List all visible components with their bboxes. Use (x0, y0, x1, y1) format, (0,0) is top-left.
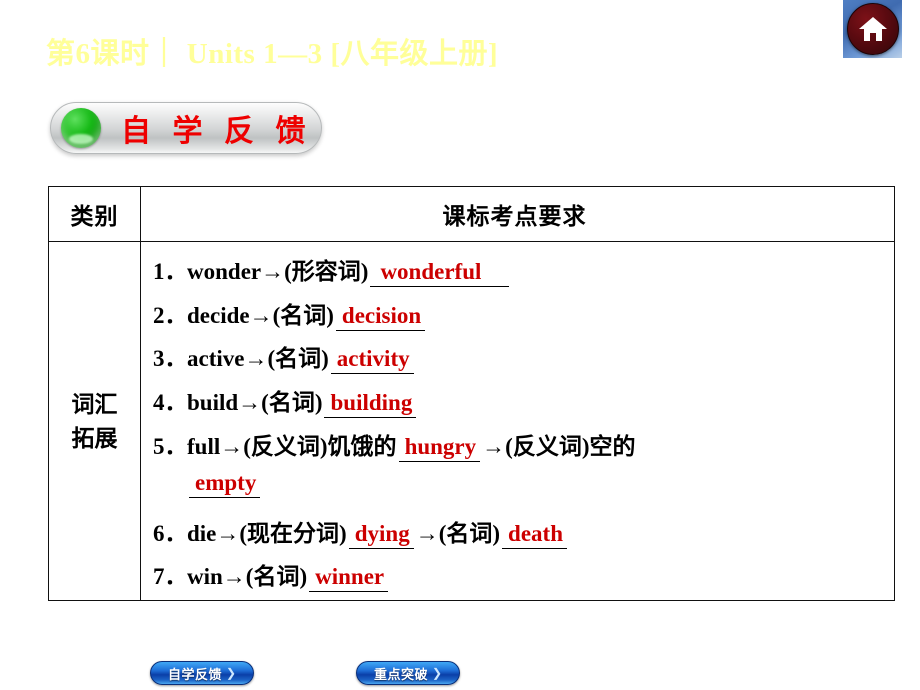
vocab-item-1: 1． wonder→(形容词) wonderful (153, 252, 894, 296)
vocab-item-6: 6． die→(现在分词) dying →(名词) death (153, 514, 894, 558)
section-banner-title: 自 学 反 馈 (121, 115, 313, 148)
vocabulary-table: 类别 课标考点要求 词汇 拓展 1． wonder→(形容词) wonderfu… (48, 186, 895, 601)
vocab-item-number: 7． (153, 564, 188, 590)
table-header-requirement-cell: 课标考点要求 (141, 187, 894, 241)
vocab-item-3: 3． active→(名词) activity (153, 339, 894, 383)
chevron-right-icon: ❯ (225, 666, 237, 680)
vocab-item-answer: activity (330, 346, 414, 375)
vocab-item-answer: decision (335, 303, 426, 331)
table-body-row: 词汇 拓展 1． wonder→(形容词) wonderful 2． decid… (49, 242, 894, 601)
section-banner: 自 学 反 馈 (50, 102, 322, 154)
vocab-item-prompt: decide→(名词) (187, 302, 334, 328)
nav-button-self-study-label: 自学反馈 (167, 666, 222, 682)
vocab-item-prompt: die→(现在分词) (187, 520, 347, 546)
table-header-row: 类别 课标考点要求 (49, 187, 894, 242)
vocab-item-prompt: full→(反义词)饥饿的 (187, 433, 397, 459)
column-header-requirement: 课标考点要求 (442, 204, 587, 229)
vocab-item-answer: hungry (398, 434, 481, 462)
category-label-line2: 拓展 (71, 425, 118, 451)
vocabulary-items-cell: 1． wonder→(形容词) wonderful 2． decide→(名词)… (141, 242, 894, 601)
column-header-category: 类别 (70, 204, 119, 229)
vocab-item-answer-continuation: empty (189, 470, 261, 499)
home-button[interactable] (843, 0, 902, 58)
vocab-item-answer: building (324, 390, 417, 418)
vocab-item-2: 2． decide→(名词) decision (153, 296, 894, 340)
green-sphere-bullet-icon (61, 108, 101, 148)
vocab-item-answer: winner (309, 564, 389, 593)
chevron-right-icon: ❯ (431, 666, 443, 680)
vocab-item-number: 4． (153, 389, 188, 415)
nav-button-key-points-label: 重点突破 (373, 666, 428, 682)
vocab-item-5-continuation: empty (153, 470, 894, 514)
vocab-item-number: 3． (153, 346, 188, 372)
bottom-navigation: 自学反馈 ❯ 重点突破 ❯ (150, 661, 480, 685)
table-header-category-cell: 类别 (49, 187, 141, 241)
category-label: 词汇 拓展 (72, 388, 118, 455)
page-title: 第6课时｜ Units 1—3 [八年级上册] (46, 38, 499, 70)
vocab-item-5: 5． full→(反义词)饥饿的 hungry →(反义词)空的 (153, 427, 894, 471)
vocab-item-prompt-2: →(名词) (415, 520, 501, 546)
category-label-line1: 词汇 (71, 392, 118, 418)
vocab-item-7: 7． win→(名词) winner (153, 557, 894, 601)
vocab-item-number: 1． (153, 259, 188, 284)
vocab-item-prompt: build→(名词) (187, 389, 323, 415)
vocab-item-prompt-2: →(反义词)空的 (482, 433, 636, 459)
vocab-item-answer: dying (348, 521, 414, 549)
vocab-item-prompt: wonder→(形容词) (187, 259, 369, 284)
vocab-item-number: 6． (153, 520, 188, 546)
vocab-item-number: 5． (153, 433, 188, 459)
vocab-item-prompt: active→(名词) (187, 346, 329, 372)
nav-button-self-study[interactable]: 自学反馈 ❯ (150, 661, 254, 685)
table-category-cell: 词汇 拓展 (49, 242, 141, 601)
vocab-item-answer: wonderful (370, 259, 510, 287)
vocab-item-answer-2: death (502, 521, 567, 549)
nav-button-key-points[interactable]: 重点突破 ❯ (356, 661, 460, 685)
slide-header: 第6课时｜ Units 1—3 [八年级上册] (46, 30, 836, 72)
vocab-item-prompt: win→(名词) (187, 564, 308, 590)
vocab-item-4: 4． build→(名词) building (153, 383, 894, 427)
vocab-item-number: 2． (153, 302, 188, 328)
home-icon (846, 3, 899, 55)
